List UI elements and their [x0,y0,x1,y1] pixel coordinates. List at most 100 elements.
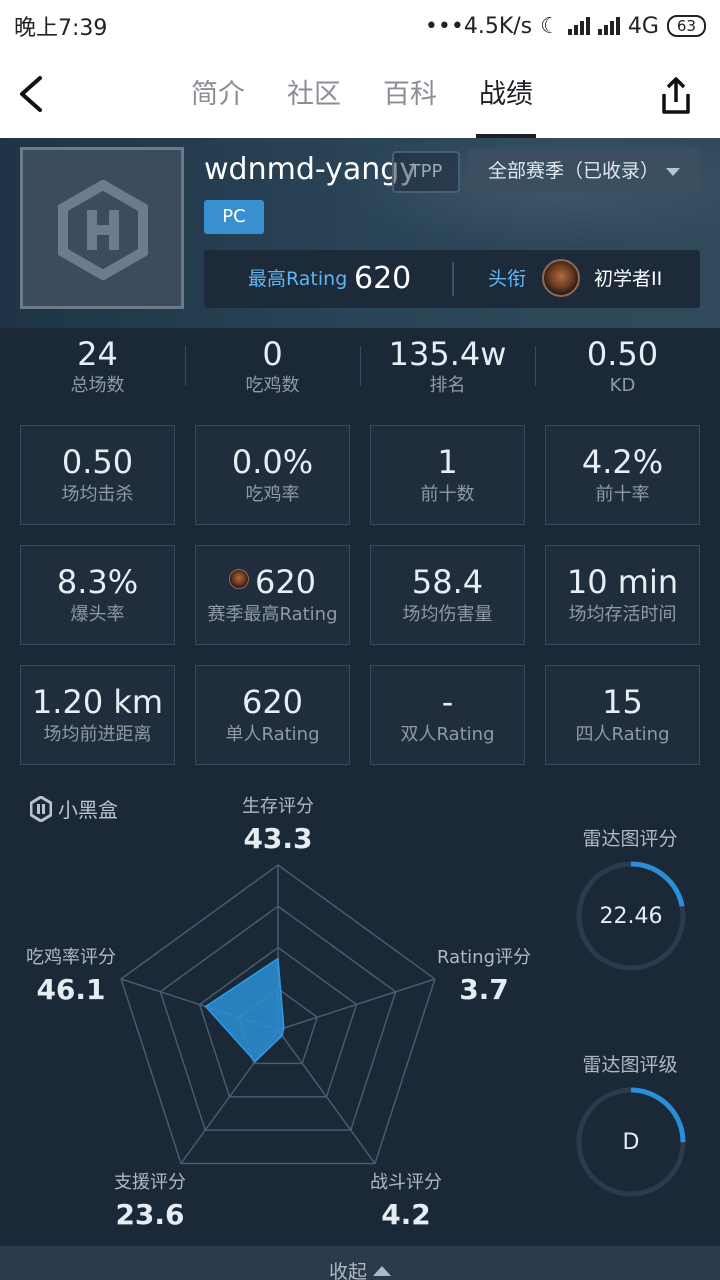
stat-label: 场均伤害量 [402,604,493,625]
status-bar: 晚上7:39 •••4.5K/s ☾ 4G 63 [0,0,720,52]
axis-value-survival: 43.3 [243,822,313,855]
network-type: 4G [627,13,659,39]
season-dropdown-label: 全部赛季（已收录） [488,160,660,182]
status-time: 晚上7:39 [14,16,108,41]
axis-value-rating: 3.7 [459,973,509,1006]
stat-label: 吃鸡率 [245,484,300,505]
overview-matches: 24 总场数 [10,328,185,408]
axis-label-support: 支援评分 [114,1172,186,1193]
overview-value: 0 [262,335,283,373]
radar-score-title: 雷达图评分 [582,828,678,850]
overview-kd: 0.50 KD [535,328,710,408]
overview-label: KD [609,375,636,396]
collapse-button[interactable]: 收起 [0,1246,720,1280]
stat-label: 赛季最高Rating [207,604,338,625]
stat-label: 前十率 [595,484,650,505]
avatar-logo-icon [58,180,148,280]
axis-value-winrate: 46.1 [36,973,106,1006]
stat-value: 15 [602,683,643,721]
stat-avg-kills: 0.50 场均击杀 [20,425,175,525]
stat-headshot-rate: 8.3% 爆头率 [20,545,175,645]
share-icon[interactable] [658,76,694,116]
avatar[interactable] [20,147,184,309]
stat-label: 场均前进距离 [43,724,152,745]
stat-avg-survival: 10 min 场均存活时间 [545,545,700,645]
stat-duo-rating: - 双人Rating [370,665,525,765]
overview-rank: 135.4w 排名 [360,328,535,408]
radar-grade-value: D [622,1130,640,1155]
axis-label-survival: 生存评分 [242,796,314,817]
stat-label: 场均存活时间 [568,604,677,625]
stat-top10-count: 1 前十数 [370,425,525,525]
stat-solo-rating: 620 单人Rating [195,665,350,765]
season-dropdown[interactable]: 全部赛季（已收录） [468,149,700,193]
stat-label: 前十数 [420,484,475,505]
network-speed: •••4.5K/s [424,13,533,39]
rating-summary: 最高Rating 620 头衔 初学者II [204,250,700,308]
signal-hd-icon [597,17,620,35]
stat-season-max-rating: 620 赛季最高Rating [195,545,350,645]
tab-community[interactable]: 社区 [266,52,362,138]
overview-wins: 0 吃鸡数 [185,328,360,408]
overview-label: 排名 [429,375,466,396]
title-label: 头衔 [488,268,527,290]
stat-label: 爆头率 [70,604,125,625]
stat-value: 1 [437,443,458,481]
divider [452,262,454,296]
title-value: 初学者II [594,268,663,290]
radar-score-value: 22.46 [599,904,663,929]
tab-records[interactable]: 战绩 [458,52,554,138]
max-rating-value: 620 [354,261,412,296]
stat-value: 0.0% [231,443,314,481]
max-rating-label: 最高Rating [248,268,348,290]
overview-value: 24 [77,335,118,373]
tab-bar: 简介 社区 百科 战绩 [170,52,554,138]
overview-stats: 24 总场数 0 吃鸡数 135.4w 排名 0.50 KD [10,328,710,408]
radar-data-shape [204,957,285,1063]
signal-icon [567,17,590,35]
stat-value: 8.3% [56,563,139,601]
stat-value: 620 [254,563,317,601]
stat-value: 58.4 [411,563,484,601]
stat-value: 1.20 km [31,683,164,721]
chevron-down-icon [666,168,680,176]
back-arrow-icon[interactable] [14,72,54,116]
stat-top10-rate: 4.2% 前十率 [545,425,700,525]
username: wdnmd-yangyu [204,152,414,187]
stat-value: 10 min [566,563,679,601]
profile-header: wdnmd-yangyu TPP 全部赛季（已收录） PC 最高Rating 6… [0,138,720,328]
axis-label-rating: Rating评分 [436,947,532,968]
radar-section: 小黑盒 生存评分 43.3 Rating评分 3.7 战斗评分 4.2 支援评分… [0,780,720,1246]
overview-label: 吃鸡数 [245,375,300,396]
stat-label: 单人Rating [225,724,320,745]
stat-label: 场均击杀 [61,484,134,505]
radar-grade-title: 雷达图评级 [582,1054,678,1076]
stat-value: 4.2% [581,443,664,481]
tab-intro[interactable]: 简介 [170,52,266,138]
rank-emblem-icon [228,569,249,589]
platform-badge: PC [204,200,264,234]
axis-value-support: 23.6 [115,1198,185,1231]
stat-value: 0.50 [61,443,134,481]
collapse-label: 收起 [328,1261,367,1280]
stat-squad-rating: 15 四人Rating [545,665,700,765]
stat-win-rate: 0.0% 吃鸡率 [195,425,350,525]
axis-label-combat: 战斗评分 [370,1172,442,1193]
top-nav: 简介 社区 百科 战绩 [0,52,720,138]
stat-avg-distance: 1.20 km 场均前进距离 [20,665,175,765]
tab-wiki[interactable]: 百科 [362,52,458,138]
battery-icon: 63 [666,15,706,37]
stat-label: 双人Rating [400,724,495,745]
stat-value: 620 [241,683,304,721]
stat-value: - [441,683,454,721]
chevron-up-icon [373,1266,391,1276]
axis-label-winrate: 吃鸡率评分 [26,947,116,968]
overview-value: 0.50 [586,335,659,373]
axis-value-combat: 4.2 [381,1198,431,1231]
mode-tag[interactable]: TPP [392,151,460,193]
overview-value: 135.4w [388,335,507,373]
stat-label: 四人Rating [575,724,670,745]
moon-icon: ☾ [540,13,560,39]
stat-avg-damage: 58.4 场均伤害量 [370,545,525,645]
rank-emblem-icon [542,259,580,297]
